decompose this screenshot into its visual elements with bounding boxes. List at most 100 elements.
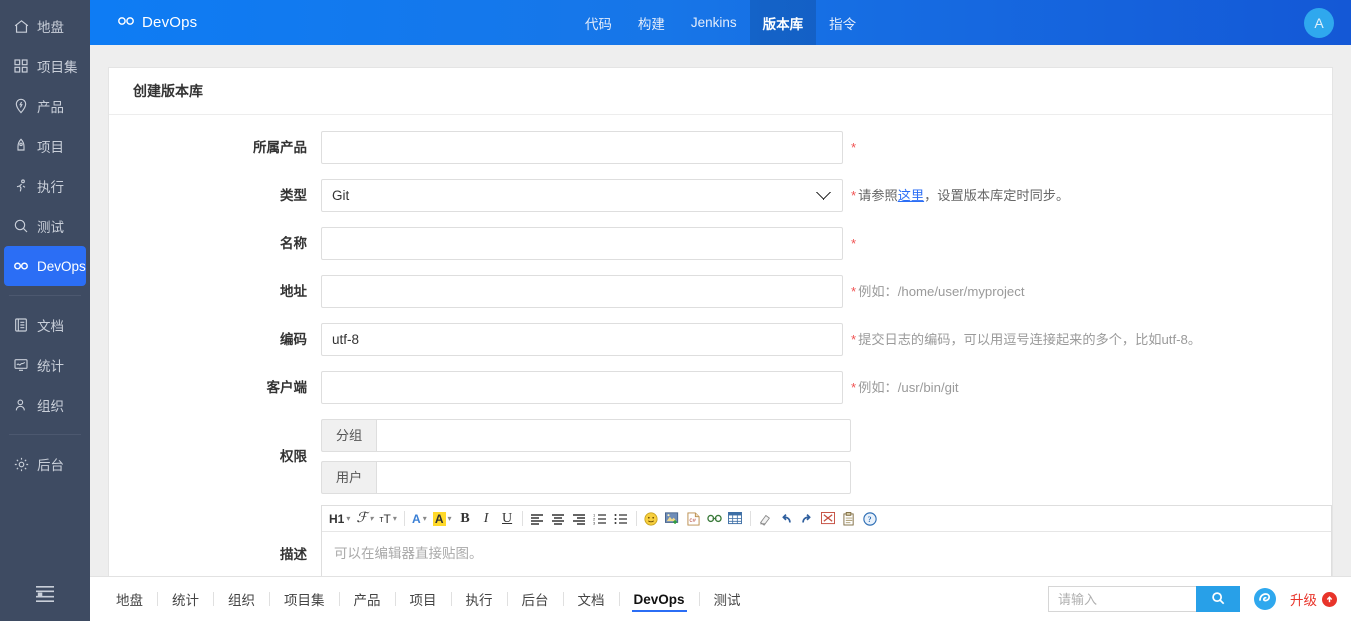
sidebar-item-test[interactable]: 测试 bbox=[4, 206, 86, 246]
svg-text:?: ? bbox=[868, 515, 872, 524]
heading-icon[interactable]: H1▾ bbox=[327, 508, 352, 530]
form-row-client: 客户端 *例如：/usr/bin/git bbox=[109, 371, 1332, 404]
tab-code[interactable]: 代码 bbox=[572, 0, 625, 45]
search-button[interactable] bbox=[1196, 586, 1240, 612]
upgrade-button[interactable]: 升级 bbox=[1290, 589, 1337, 609]
people-icon bbox=[12, 396, 30, 414]
bottom-item-project[interactable]: 项目 bbox=[396, 577, 451, 621]
required-asterisk: * bbox=[851, 380, 856, 395]
required-asterisk: * bbox=[851, 236, 856, 251]
bottom-item-admin[interactable]: 后台 bbox=[508, 577, 563, 621]
emoji-icon[interactable] bbox=[642, 508, 661, 530]
eraser-icon[interactable] bbox=[756, 508, 775, 530]
create-repo-form: 所属产品 * 类型 Git Subversion Gitlab Gitea bbox=[109, 115, 1332, 576]
top-nav: 代码 构建 Jenkins 版本库 指令 bbox=[90, 0, 1351, 45]
required-asterisk: * bbox=[851, 284, 856, 299]
code-snippet-icon[interactable]: C# bbox=[684, 508, 703, 530]
form-row-name: 名称 * bbox=[109, 227, 1332, 260]
align-left-icon[interactable] bbox=[528, 508, 547, 530]
insert-image-icon[interactable] bbox=[663, 508, 682, 530]
search-input[interactable] bbox=[1048, 586, 1196, 612]
encoding-input[interactable] bbox=[321, 323, 843, 356]
product-input[interactable] bbox=[321, 131, 843, 164]
bottom-item-test[interactable]: 测试 bbox=[700, 577, 755, 621]
align-right-icon[interactable] bbox=[570, 508, 589, 530]
font-family-icon[interactable]: ℱ▾ bbox=[354, 508, 375, 530]
tab-build[interactable]: 构建 bbox=[625, 0, 678, 45]
desc-editor-area[interactable]: 可以在编辑器直接贴图。 bbox=[322, 532, 1331, 576]
app-root: 地盘 项目集 产品 项目 bbox=[0, 0, 1351, 621]
bottom-item-org[interactable]: 组织 bbox=[214, 577, 269, 621]
sidebar-item-label: 统计 bbox=[37, 355, 64, 375]
sidebar-item-project[interactable]: 项目 bbox=[4, 126, 86, 166]
avatar[interactable]: A bbox=[1304, 8, 1334, 38]
required-asterisk: * bbox=[851, 188, 856, 203]
chat-bubble-icon[interactable] bbox=[1253, 587, 1277, 611]
gear-icon bbox=[12, 455, 30, 473]
help-icon[interactable]: ? bbox=[861, 508, 880, 530]
sidebar-item-dipan[interactable]: 地盘 bbox=[4, 6, 86, 46]
redo-icon[interactable] bbox=[798, 508, 817, 530]
path-input[interactable] bbox=[321, 275, 843, 308]
italic-icon[interactable]: I bbox=[477, 508, 496, 530]
infinity-icon bbox=[12, 257, 30, 275]
font-size-icon[interactable]: ᴛT▾ bbox=[377, 508, 398, 530]
acl-user-input[interactable] bbox=[376, 461, 851, 494]
paste-icon[interactable] bbox=[840, 508, 859, 530]
label-type: 类型 bbox=[109, 179, 321, 212]
align-center-icon[interactable] bbox=[549, 508, 568, 530]
undo-icon[interactable] bbox=[777, 508, 796, 530]
sidebar-collapse-button[interactable] bbox=[0, 570, 90, 621]
sidebar-divider-2 bbox=[9, 434, 81, 435]
runner-icon bbox=[12, 177, 30, 195]
link-icon[interactable] bbox=[705, 508, 724, 530]
sidebar-item-doc[interactable]: 文档 bbox=[4, 305, 86, 345]
rich-text-editor: H1▾ ℱ▾ ᴛT▾ A▾ A▾ B I U bbox=[321, 505, 1332, 576]
tab-repository[interactable]: 版本库 bbox=[750, 0, 817, 45]
monitor-icon bbox=[12, 356, 30, 374]
bottom-item-product[interactable]: 产品 bbox=[340, 577, 395, 621]
tab-command[interactable]: 指令 bbox=[816, 0, 869, 45]
sidebar-item-product[interactable]: 产品 bbox=[4, 86, 86, 126]
bottom-item-devops[interactable]: DevOps bbox=[620, 577, 699, 621]
bottom-bar: 地盘 统计 组织 项目集 产品 项目 执行 后台 文档 DevOps 测试 bbox=[90, 576, 1351, 621]
unordered-list-icon[interactable] bbox=[612, 508, 631, 530]
sidebar-item-org[interactable]: 组织 bbox=[4, 385, 86, 425]
bottom-item-dipan[interactable]: 地盘 bbox=[102, 577, 157, 621]
sidebar-item-label: 后台 bbox=[37, 454, 64, 474]
left-sidebar: 地盘 项目集 产品 项目 bbox=[0, 0, 90, 621]
sidebar-item-devops[interactable]: DevOps bbox=[4, 246, 86, 286]
toolbar-divider bbox=[750, 511, 751, 526]
bold-icon[interactable]: B bbox=[456, 508, 475, 530]
font-color-icon[interactable]: A▾ bbox=[410, 508, 429, 530]
ordered-list-icon[interactable]: 123 bbox=[591, 508, 610, 530]
bottom-item-doc[interactable]: 文档 bbox=[564, 577, 619, 621]
client-input[interactable] bbox=[321, 371, 843, 404]
sidebar-item-stats[interactable]: 统计 bbox=[4, 345, 86, 385]
sync-help-link[interactable]: 这里 bbox=[898, 188, 924, 203]
global-search bbox=[1048, 586, 1240, 612]
fullscreen-icon[interactable] bbox=[819, 508, 838, 530]
sidebar-item-program[interactable]: 项目集 bbox=[4, 46, 86, 86]
sidebar-item-execution[interactable]: 执行 bbox=[4, 166, 86, 206]
table-icon[interactable] bbox=[726, 508, 745, 530]
type-select[interactable]: Git Subversion Gitlab Gitea Gogs bbox=[321, 179, 843, 212]
acl-user-row: 用户 bbox=[321, 461, 851, 494]
tab-jenkins[interactable]: Jenkins bbox=[678, 0, 750, 45]
bottom-item-stats[interactable]: 统计 bbox=[158, 577, 213, 621]
collapse-panel-icon bbox=[34, 585, 56, 606]
highlight-color-icon[interactable]: A▾ bbox=[431, 508, 454, 530]
sidebar-item-admin[interactable]: 后台 bbox=[4, 444, 86, 484]
sidebar-nav: 地盘 项目集 产品 项目 bbox=[0, 0, 90, 570]
sidebar-item-label: 测试 bbox=[37, 216, 64, 236]
name-input[interactable] bbox=[321, 227, 843, 260]
bottom-item-program[interactable]: 项目集 bbox=[270, 577, 339, 621]
hint-encoding-text: 提交日志的编码，可以用逗号连接起来的多个，比如utf-8。 bbox=[858, 332, 1201, 347]
hint-encoding: *提交日志的编码，可以用逗号连接起来的多个，比如utf-8。 bbox=[843, 323, 1201, 356]
bottom-item-execution[interactable]: 执行 bbox=[452, 577, 507, 621]
main-content: 创建版本库 所属产品 * 类型 Git Subversio bbox=[90, 45, 1351, 576]
editor-toolbar: H1▾ ℱ▾ ᴛT▾ A▾ A▾ B I U bbox=[322, 506, 1331, 532]
form-row-acl: 权限 分组 用户 bbox=[109, 419, 1332, 494]
underline-icon[interactable]: U bbox=[498, 508, 517, 530]
acl-group-input[interactable] bbox=[376, 419, 851, 452]
